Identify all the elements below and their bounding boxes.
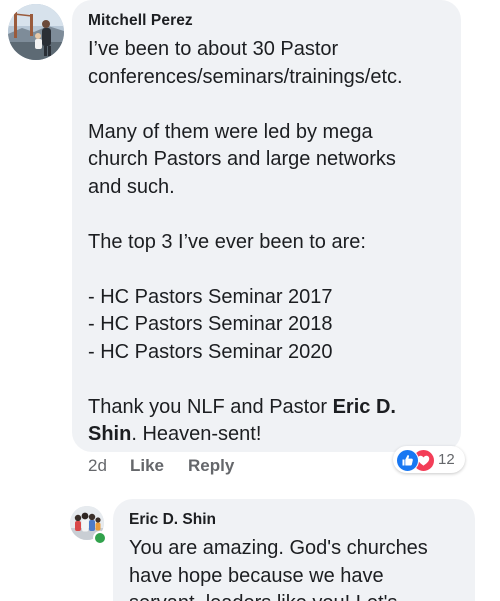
timestamp[interactable]: 2d <box>88 456 107 476</box>
comment-line: Many of them were led by mega <box>88 120 373 143</box>
comment-author[interactable]: Mitchell Perez <box>88 12 193 30</box>
comment-line: Thank you NLF and Pastor Eric D. <box>88 394 453 422</box>
reply-button[interactable]: Reply <box>188 456 234 476</box>
mention-link[interactable]: Shin <box>88 423 131 445</box>
comment-author[interactable]: Eric D. Shin <box>129 511 216 529</box>
comment-line: I’ve been to about 30 Pastor <box>88 38 339 60</box>
reaction-summary[interactable]: 12 <box>393 446 465 473</box>
avatar[interactable] <box>8 4 64 60</box>
comment-bubble: Mitchell Perez I’ve been to about 30 Pas… <box>72 0 461 452</box>
reaction-count: 12 <box>438 451 455 468</box>
comment-text: I’ve been to about 30 Pastor conferences… <box>88 36 453 449</box>
comment-line-break <box>88 201 453 229</box>
comment-text-segment: Thank you NLF and Pastor <box>88 395 333 418</box>
like-icon <box>396 449 419 472</box>
comment-line: - HC Pastors Seminar 2017 <box>88 285 333 308</box>
comment-line: - HC Pastors Seminar 2020 <box>88 340 333 363</box>
comment-line: and such. <box>88 175 175 198</box>
comment-line: servant, leaders like you! Let's <box>129 590 469 601</box>
comment-text-segment: . Heaven-sent! <box>131 423 262 445</box>
mention-link[interactable]: Eric D. <box>333 396 396 418</box>
comment-thread: Mitchell Perez I’ve been to about 30 Pas… <box>0 0 500 601</box>
comment-line: have hope because we have <box>129 564 384 587</box>
comment-line-break <box>88 256 453 284</box>
comment-text: You are amazing. God's churches have hop… <box>129 535 469 601</box>
avatar[interactable] <box>70 506 107 545</box>
comment-line-break <box>88 91 453 119</box>
comment-line: The top 3 I’ve ever been to are: <box>88 230 366 253</box>
profile-photo <box>8 4 64 60</box>
comment-line: conferences/seminars/trainings/etc. <box>88 65 403 88</box>
comment-line: Shin. Heaven-sent! <box>88 421 453 449</box>
online-status-indicator <box>93 531 107 545</box>
comment-line: - HC Pastors Seminar 2018 <box>88 313 333 335</box>
comment-line: You are amazing. God's churches <box>129 537 428 559</box>
comment-line-break <box>88 366 453 394</box>
comment-line: church Pastors and large networks <box>88 148 396 170</box>
like-button[interactable]: Like <box>130 456 164 476</box>
reply-bubble: Eric D. Shin You are amazing. God's chur… <box>113 499 475 601</box>
